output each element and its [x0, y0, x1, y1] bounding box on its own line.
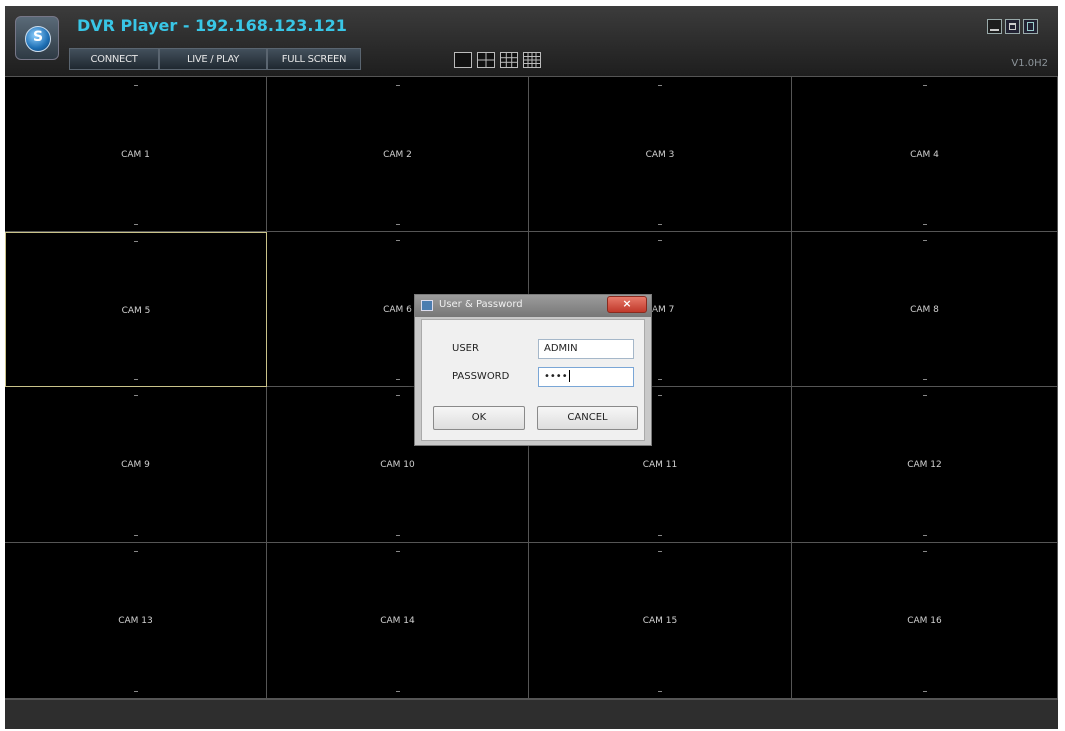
cell-bottom-marker — [133, 535, 138, 536]
cell-bottom-marker — [658, 224, 662, 225]
camera-label: CAM 15 — [642, 616, 678, 626]
cell-top-marker — [395, 85, 400, 86]
camera-label: CAM 13 — [118, 616, 153, 626]
dialog-close-icon: × — [622, 297, 632, 310]
cell-bottom-marker — [658, 691, 662, 692]
layout-16-icon[interactable] — [523, 52, 541, 68]
cell-top-marker — [395, 395, 400, 396]
camera-cell[interactable]: CAM 8 — [792, 232, 1058, 387]
status-bar — [5, 699, 1058, 729]
logo-ring: S — [25, 26, 51, 52]
layout-1-icon[interactable] — [454, 52, 472, 68]
camera-cell[interactable]: CAM 12 — [792, 387, 1058, 543]
camera-label: CAM 11 — [642, 460, 678, 470]
cell-bottom-marker — [395, 224, 400, 225]
cell-top-marker — [658, 551, 662, 552]
camera-label: CAM 5 — [121, 306, 151, 316]
cell-top-marker — [922, 395, 927, 396]
dialog-body: USER ADMIN PASSWORD •••• OK CANCEL — [421, 319, 645, 441]
cell-top-marker — [133, 395, 138, 396]
camera-cell[interactable]: CAM 1 — [5, 77, 267, 232]
cell-top-marker — [658, 395, 662, 396]
cell-top-marker — [922, 240, 927, 241]
cell-bottom-marker — [658, 379, 662, 380]
password-label: PASSWORD — [452, 371, 510, 382]
cancel-button[interactable]: CANCEL — [537, 406, 638, 430]
password-input[interactable]: •••• — [538, 367, 634, 387]
window-title: DVR Player - 192.168.123.121 — [77, 16, 347, 35]
cell-bottom-marker — [133, 224, 138, 225]
text-caret — [568, 370, 570, 382]
full-screen-button[interactable]: FULL SCREEN — [267, 48, 361, 70]
camera-label: CAM 14 — [380, 616, 415, 626]
camera-label: CAM 8 — [910, 305, 939, 315]
camera-cell[interactable]: CAM 15 — [529, 543, 792, 699]
password-mask: •••• — [544, 371, 568, 382]
camera-cell[interactable]: CAM 4 — [792, 77, 1058, 232]
camera-label: CAM 9 — [121, 460, 150, 470]
version-label: V1.0H2 — [1011, 58, 1048, 69]
dvr-player-window: S DVR Player - 192.168.123.121 CONNECT L… — [5, 6, 1058, 729]
layout-4-icon[interactable] — [477, 52, 495, 68]
cell-top-marker — [922, 551, 927, 552]
cell-top-marker — [658, 85, 662, 86]
cell-top-marker — [922, 85, 927, 86]
cell-top-marker — [395, 551, 400, 552]
cell-top-marker — [133, 85, 138, 86]
cell-bottom-marker — [134, 379, 138, 380]
logo-letter: S — [32, 29, 44, 45]
camera-cell[interactable]: CAM 2 — [267, 77, 529, 232]
cell-bottom-marker — [395, 379, 400, 380]
camera-label: CAM 16 — [907, 616, 942, 626]
app-logo-icon: S — [15, 16, 59, 60]
layout-9-icon[interactable] — [500, 52, 518, 68]
cell-top-marker — [134, 241, 138, 242]
cell-bottom-marker — [658, 535, 662, 536]
ok-button[interactable]: OK — [433, 406, 525, 430]
cell-bottom-marker — [922, 224, 927, 225]
user-input[interactable]: ADMIN — [538, 339, 634, 359]
camera-label: CAM 1 — [121, 150, 150, 160]
camera-cell[interactable]: CAM 9 — [5, 387, 267, 543]
camera-cell[interactable]: CAM 3 — [529, 77, 792, 232]
minimize-icon[interactable] — [987, 19, 1002, 34]
cell-bottom-marker — [922, 691, 927, 692]
camera-cell[interactable]: CAM 14 — [267, 543, 529, 699]
cell-bottom-marker — [922, 379, 927, 380]
cell-bottom-marker — [133, 691, 138, 692]
camera-cell[interactable]: CAM 13 — [5, 543, 267, 699]
cell-bottom-marker — [922, 535, 927, 536]
user-password-dialog: User & Password × USER ADMIN PASSWORD ••… — [414, 294, 652, 446]
cell-bottom-marker — [395, 691, 400, 692]
cell-top-marker — [658, 240, 662, 241]
camera-cell[interactable]: CAM 16 — [792, 543, 1058, 699]
dialog-close-button[interactable]: × — [607, 296, 647, 313]
dialog-window-icon — [421, 300, 433, 311]
camera-label: CAM 4 — [910, 150, 939, 160]
camera-label: CAM 2 — [383, 150, 412, 160]
dialog-titlebar[interactable]: User & Password × — [415, 295, 651, 317]
cell-bottom-marker — [395, 535, 400, 536]
close-icon[interactable] — [1023, 19, 1038, 34]
dialog-title: User & Password — [439, 299, 523, 310]
camera-label: CAM 10 — [380, 460, 415, 470]
cell-top-marker — [133, 551, 138, 552]
connect-button[interactable]: CONNECT — [69, 48, 159, 70]
maximize-icon[interactable] — [1005, 19, 1020, 34]
camera-label: CAM 12 — [907, 460, 942, 470]
cell-top-marker — [395, 240, 400, 241]
camera-label: CAM 3 — [645, 150, 675, 160]
user-label: USER — [452, 343, 479, 354]
live-play-button[interactable]: LIVE / PLAY — [159, 48, 267, 70]
camera-cell[interactable]: CAM 5 — [5, 232, 267, 387]
header-bar: S DVR Player - 192.168.123.121 CONNECT L… — [5, 6, 1058, 77]
